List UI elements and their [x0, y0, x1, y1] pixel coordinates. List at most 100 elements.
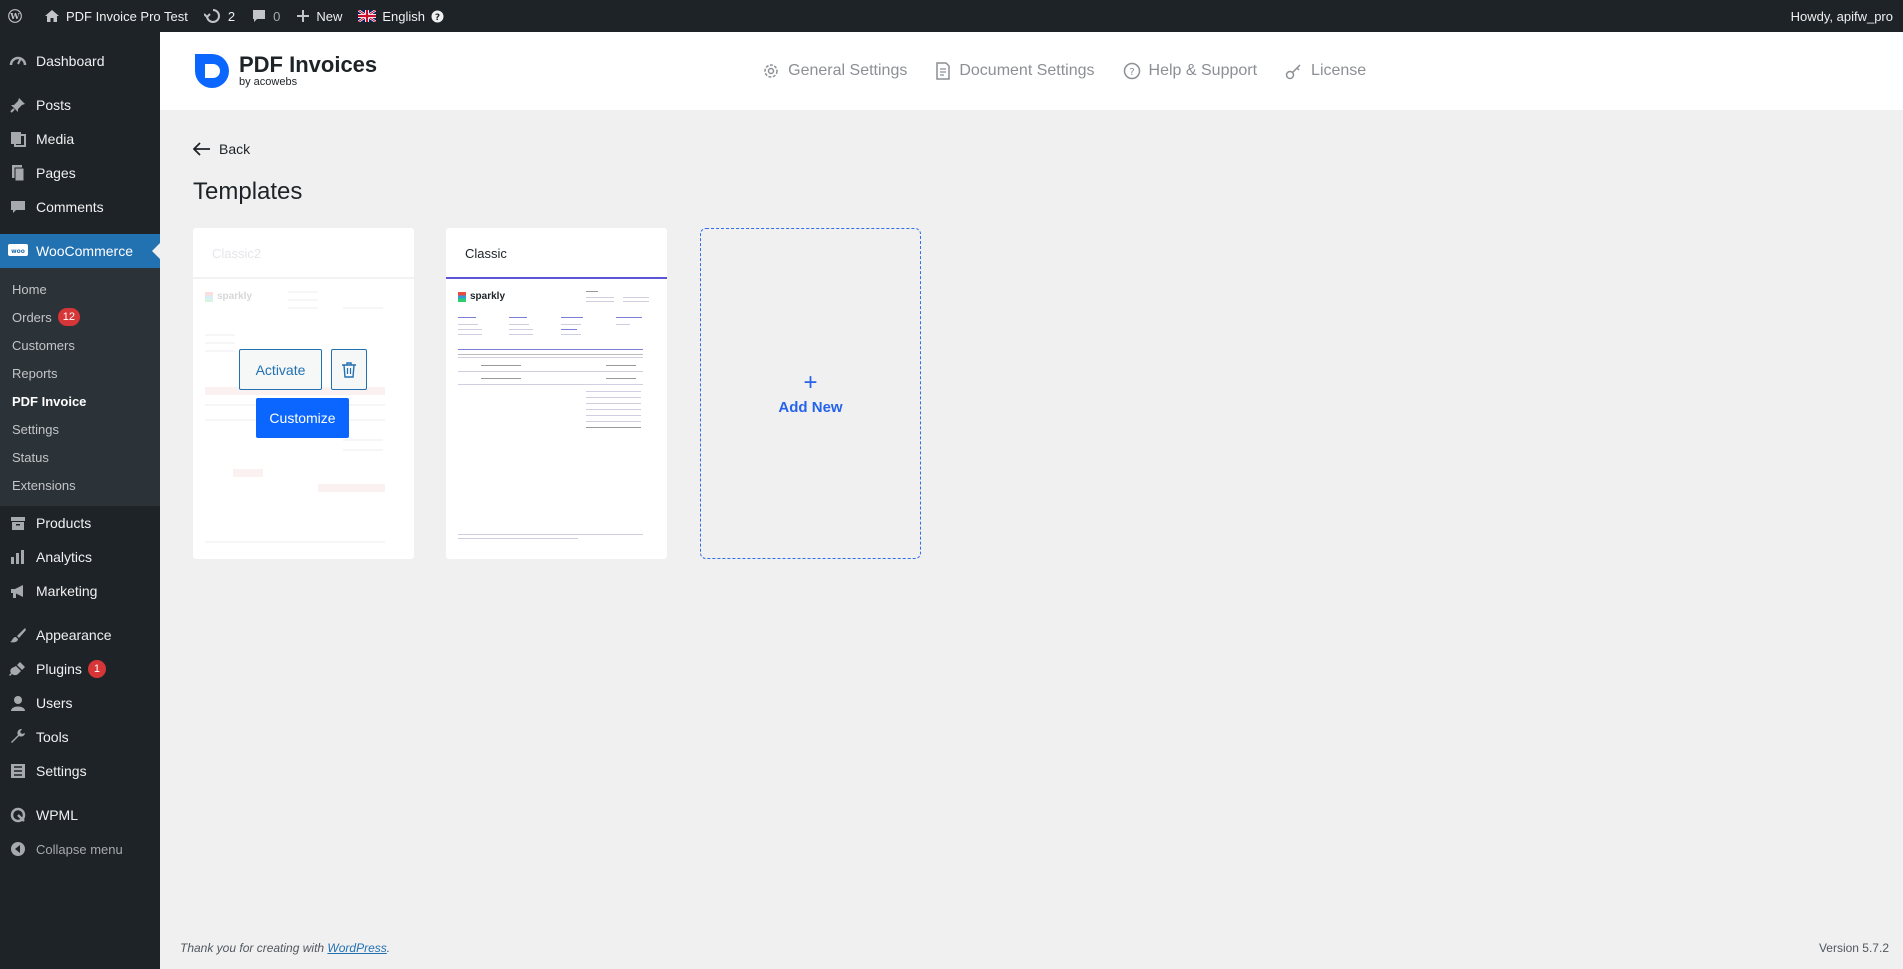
template-card-classic[interactable]: Classic sparkly	[446, 228, 667, 559]
menu-posts[interactable]: Posts	[0, 88, 160, 122]
help-icon: ?	[431, 10, 444, 23]
menu-products[interactable]: Products	[0, 506, 160, 540]
menu-woocommerce[interactable]: woo WooCommerce	[0, 234, 160, 268]
orders-badge: 12	[57, 308, 80, 326]
menu-comments[interactable]: Comments	[0, 190, 160, 224]
uk-flag-icon	[358, 10, 377, 22]
submenu-label: PDF Invoice	[12, 393, 87, 409]
comment-icon	[8, 197, 28, 217]
submenu-label: Home	[12, 281, 47, 297]
submenu-extensions[interactable]: Extensions	[0, 471, 160, 499]
language-label: English	[382, 8, 425, 24]
arrow-left-icon	[193, 142, 210, 156]
updates-icon	[203, 9, 220, 23]
submenu-reports[interactable]: Reports	[0, 359, 160, 387]
new-content-link[interactable]: New	[288, 0, 350, 32]
menu-marketing[interactable]: Marketing	[0, 574, 160, 608]
menu-label: Products	[36, 515, 92, 531]
dashboard-icon	[8, 51, 28, 71]
nav-label: General Settings	[788, 62, 908, 79]
svg-text:woo: woo	[11, 248, 25, 255]
submenu-customers[interactable]: Customers	[0, 331, 160, 359]
site-name: PDF Invoice Pro Test	[66, 8, 188, 24]
footer-version: Version 5.7.2	[1818, 941, 1889, 955]
plugin-icon	[8, 659, 28, 679]
menu-settings[interactable]: Settings	[0, 754, 160, 788]
menu-media[interactable]: Media	[0, 122, 160, 156]
key-icon	[1285, 64, 1301, 80]
menu-label: Appearance	[36, 627, 112, 643]
submenu-home[interactable]: Home	[0, 275, 160, 303]
wrench-icon	[8, 727, 28, 747]
updates-count: 2	[227, 8, 236, 24]
updates-link[interactable]: 2	[196, 0, 243, 32]
comments-link[interactable]: 0	[243, 0, 288, 32]
admin-sidebar: Dashboard Posts Media Pages Comments woo…	[0, 32, 160, 969]
submenu-status[interactable]: Status	[0, 443, 160, 471]
woocommerce-submenu: Home Orders 12 Customers Reports PDF Invo…	[0, 268, 160, 506]
plus-icon: +	[803, 369, 818, 396]
account-menu[interactable]: Howdy, apifw_pro	[1783, 0, 1903, 32]
gear-icon	[764, 64, 778, 78]
menu-appearance[interactable]: Appearance	[0, 618, 160, 652]
question-icon: ?	[1123, 62, 1140, 80]
submenu-label: Customers	[12, 337, 75, 353]
brand-subtitle: by acowebs	[239, 76, 298, 88]
wpml-icon	[8, 805, 28, 825]
brush-icon	[8, 625, 28, 645]
site-name-link[interactable]: PDF Invoice Pro Test	[36, 0, 196, 32]
back-label: Back	[219, 141, 251, 157]
add-new-label: Add New	[778, 399, 843, 416]
nav-general-settings[interactable]: General Settings	[762, 62, 907, 80]
menu-pages[interactable]: Pages	[0, 156, 160, 190]
menu-tools[interactable]: Tools	[0, 720, 160, 754]
trash-icon	[342, 361, 356, 378]
nav-label: Help & Support	[1148, 62, 1258, 79]
add-new-template-button[interactable]: + Add New	[700, 228, 921, 559]
submenu-label: Status	[12, 449, 49, 465]
menu-label: Tools	[36, 729, 69, 745]
submenu-pdf-invoice[interactable]: PDF Invoice	[0, 387, 160, 415]
plugin-header: PDF Invoices by acowebs General Settings…	[160, 32, 1903, 110]
brand-title: PDF Invoices	[239, 52, 378, 77]
pin-icon	[8, 95, 28, 115]
submenu-settings[interactable]: Settings	[0, 415, 160, 443]
wordpress-link[interactable]: WordPress	[327, 941, 386, 955]
menu-label: Plugins	[36, 661, 82, 677]
menu-label: Pages	[36, 165, 76, 181]
nav-help-support[interactable]: ? Help & Support	[1123, 62, 1258, 80]
menu-label: Settings	[36, 763, 87, 779]
submenu-label: Extensions	[12, 477, 76, 493]
nav-document-settings[interactable]: Document Settings	[935, 62, 1095, 80]
activate-button[interactable]: Activate	[239, 349, 322, 390]
submenu-label: Settings	[12, 421, 59, 437]
back-link[interactable]: Back	[193, 141, 250, 157]
menu-dashboard[interactable]: Dashboard	[0, 44, 160, 78]
menu-users[interactable]: Users	[0, 686, 160, 720]
collapse-menu-button[interactable]: Collapse menu	[0, 832, 160, 866]
customize-button[interactable]: Customize	[256, 398, 349, 438]
menu-label: Posts	[36, 97, 72, 113]
submenu-orders[interactable]: Orders 12	[0, 303, 160, 331]
delete-button[interactable]	[331, 349, 367, 390]
menu-plugins[interactable]: Plugins 1	[0, 652, 160, 686]
admin-bar: W PDF Invoice Pro Test 2 0 New English ?…	[0, 0, 1903, 32]
wordpress-logo-icon[interactable]: W	[0, 0, 36, 32]
preview-brand: sparkly	[470, 291, 506, 302]
menu-label: Media	[36, 131, 75, 147]
template-actions: Activate Customize	[193, 228, 414, 559]
collapse-label: Collapse menu	[36, 841, 123, 857]
template-card-classic2[interactable]: Classic2 sparkly Activate Customize	[193, 228, 414, 559]
menu-analytics[interactable]: Analytics	[0, 540, 160, 574]
archive-icon	[8, 513, 28, 533]
language-switcher[interactable]: English ?	[350, 0, 452, 32]
nav-license[interactable]: License	[1285, 62, 1366, 80]
plugins-badge: 1	[87, 660, 106, 678]
brand-logo[interactable]: PDF Invoices by acowebs	[193, 52, 377, 90]
svg-text:W: W	[9, 11, 20, 21]
svg-text:?: ?	[1129, 67, 1134, 78]
menu-label: Marketing	[36, 583, 98, 599]
menu-label: Users	[36, 695, 73, 711]
media-icon	[8, 129, 28, 149]
menu-wpml[interactable]: WPML	[0, 798, 160, 832]
